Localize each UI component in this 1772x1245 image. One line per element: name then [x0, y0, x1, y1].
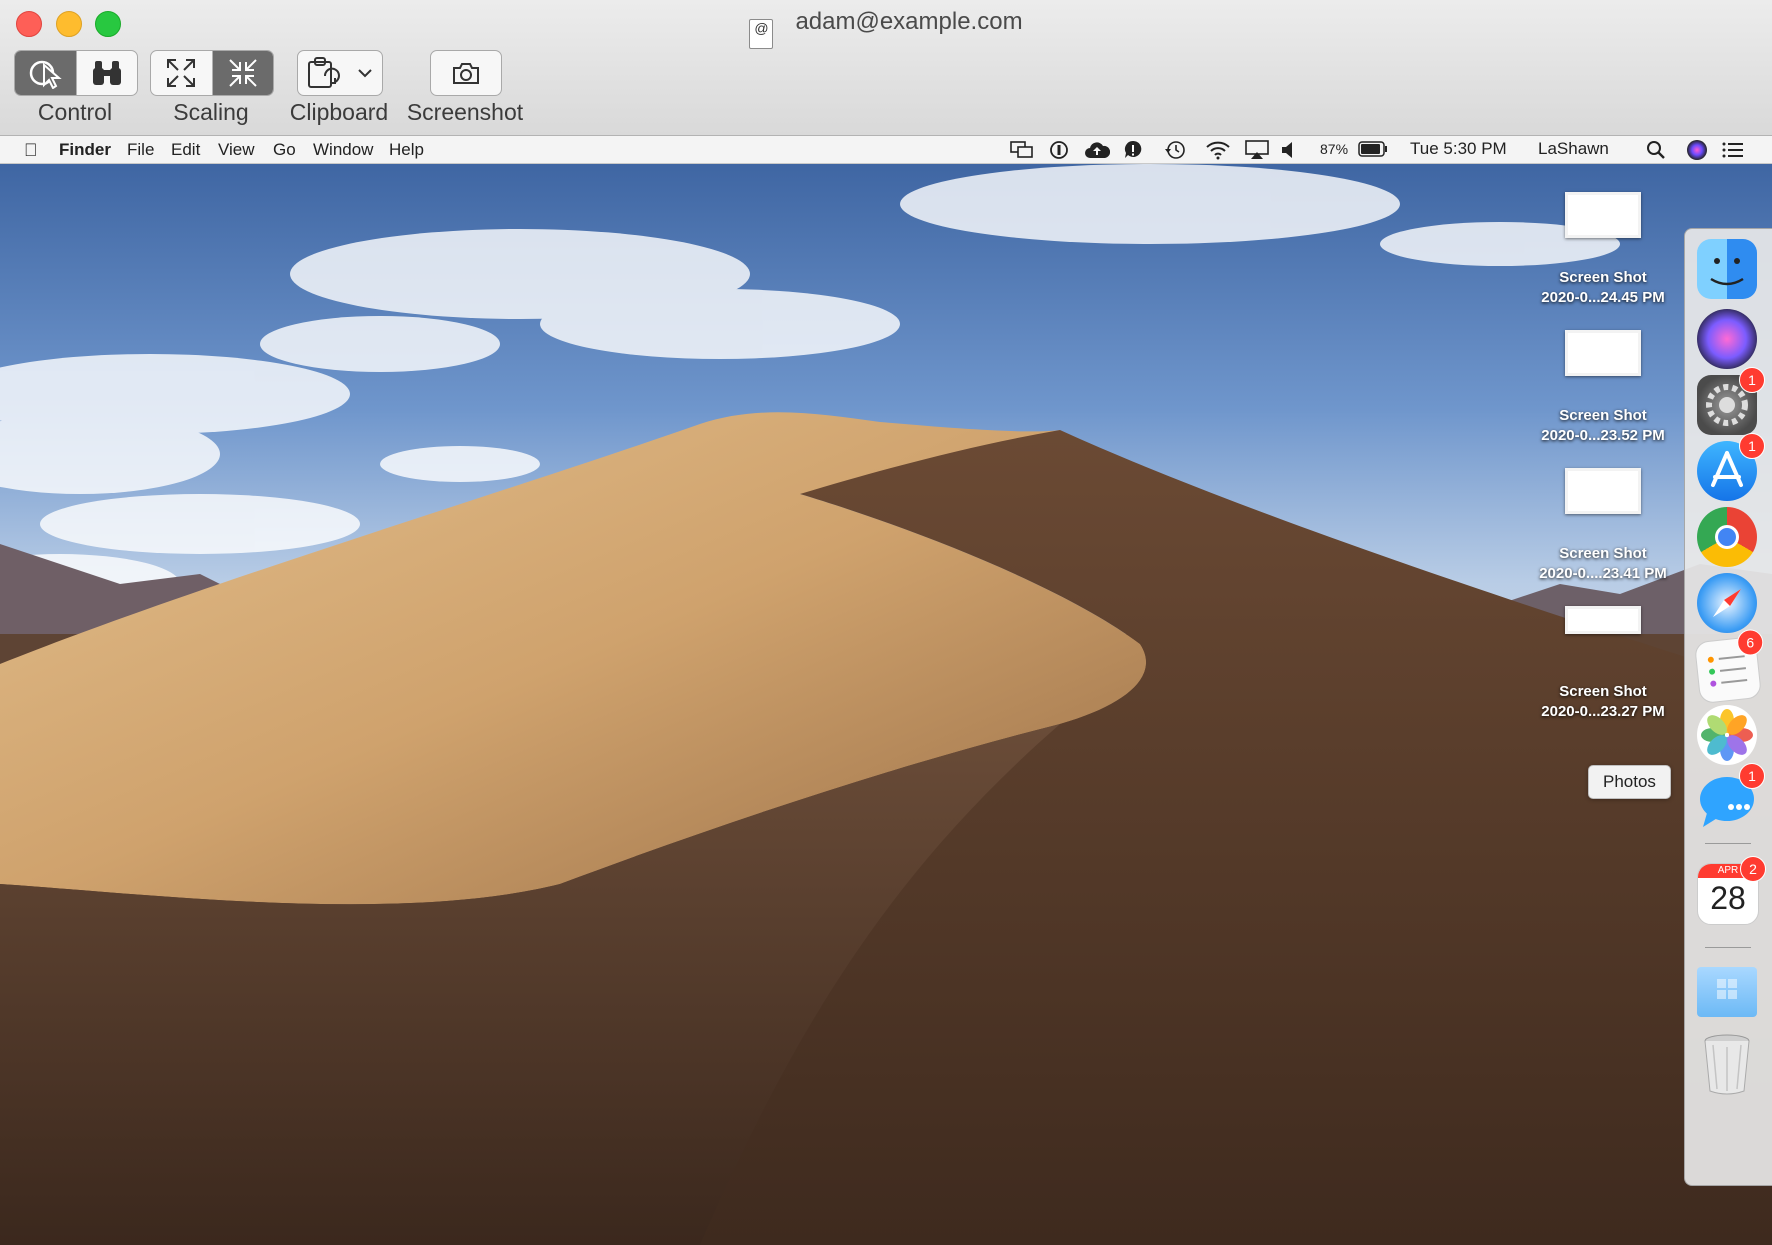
- menu-go[interactable]: Go: [273, 140, 296, 160]
- photos-icon[interactable]: [1697, 705, 1757, 765]
- messages-icon[interactable]: 1: [1697, 763, 1765, 831]
- notification-badge: 1: [1739, 763, 1765, 789]
- notification-badge: 1: [1739, 367, 1765, 393]
- file-thumbnail: [1565, 606, 1641, 634]
- file-thumbnail: [1565, 330, 1641, 376]
- notification-icon[interactable]: [1123, 140, 1143, 160]
- desktop-file-2[interactable]: Screen Shot 2020-0...23.52 PM: [1518, 330, 1688, 446]
- downloads-folder-icon[interactable]: [1697, 967, 1757, 1017]
- menu-file[interactable]: File: [127, 140, 154, 160]
- notification-badge: 2: [1740, 856, 1766, 882]
- airplay-icon[interactable]: [1245, 140, 1269, 160]
- expand-icon: [167, 59, 196, 87]
- spotlight-search-icon[interactable]: [1646, 140, 1666, 160]
- screen-mirroring-icon[interactable]: [1010, 141, 1034, 159]
- menubar-clock[interactable]: Tue 5:30 PM: [1410, 139, 1507, 159]
- menu-finder[interactable]: Finder: [59, 140, 111, 160]
- trash-can-icon: [1704, 1034, 1750, 1095]
- desktop-file-4[interactable]: Screen Shot 2020-0...23.27 PM: [1518, 606, 1688, 722]
- chevron-down-icon: [358, 69, 372, 78]
- scale-expand-button[interactable]: [151, 51, 213, 95]
- safari-icon[interactable]: [1697, 573, 1757, 633]
- dock-tooltip: Photos: [1588, 765, 1671, 799]
- system-preferences-icon[interactable]: 1: [1697, 367, 1765, 435]
- folder-windows-icon: [1717, 979, 1737, 999]
- scale-shrink-button[interactable]: [212, 51, 273, 95]
- menu-help[interactable]: Help: [389, 140, 424, 160]
- shrink-icon: [229, 59, 257, 87]
- cloud-upload-icon[interactable]: [1084, 141, 1110, 159]
- vnc-viewer-window: @ adam@example.com Control Scaling Clipb…: [0, 0, 1772, 1245]
- control-group: [14, 50, 138, 96]
- siri-icon[interactable]: [1686, 139, 1708, 161]
- remote-menubar:  Finder File Edit View Go Window Help 8…: [0, 136, 1772, 164]
- scaling-group: [150, 50, 274, 96]
- clipboard-button[interactable]: [297, 50, 383, 96]
- desktop-file-1[interactable]: Screen Shot 2020-0...24.45 PM: [1518, 192, 1688, 308]
- compass-icon: [1713, 589, 1741, 617]
- control-pointer-button[interactable]: [15, 51, 77, 95]
- remote-desktop[interactable]: Screen Shot 2020-0...24.45 PM Screen Shot…: [0, 164, 1772, 1245]
- chrome-icon[interactable]: [1697, 507, 1757, 567]
- vnc-document-icon: @: [749, 19, 774, 49]
- file-name: Screen Shot 2020-0....23.41 PM: [1539, 545, 1667, 582]
- notification-center-icon[interactable]: [1722, 141, 1744, 159]
- file-thumbnail: [1565, 192, 1641, 238]
- file-name: Screen Shot 2020-0...23.27 PM: [1541, 683, 1665, 720]
- file-name: Screen Shot 2020-0...24.45 PM: [1541, 269, 1665, 306]
- observe-button[interactable]: [77, 51, 138, 95]
- menu-view[interactable]: View: [218, 140, 255, 160]
- chrome-center-icon: [1715, 525, 1739, 549]
- file-name: Screen Shot 2020-0...23.52 PM: [1541, 407, 1665, 444]
- trash-icon[interactable]: [1697, 1031, 1757, 1095]
- battery-percentage: 87%: [1320, 141, 1349, 157]
- apple-menu-icon[interactable]: : [24, 140, 38, 161]
- screenshot-label: Screenshot: [406, 99, 524, 125]
- battery-icon[interactable]: [1358, 141, 1388, 157]
- reminders-icon[interactable]: 6: [1693, 629, 1764, 705]
- window-title: @ adam@example.com: [0, 8, 1772, 49]
- desert-wallpaper: [0, 164, 1772, 1245]
- finder-face-icon: [1710, 258, 1744, 286]
- user-account-name[interactable]: LaShawn: [1538, 139, 1609, 159]
- scaling-label: Scaling: [173, 99, 249, 125]
- notification-badge: 6: [1737, 629, 1764, 656]
- photos-flower-icon: [1701, 709, 1753, 761]
- calendar-day: 28: [1710, 880, 1746, 916]
- file-thumbnail: [1565, 468, 1641, 514]
- finder-icon[interactable]: [1697, 239, 1757, 299]
- title-bar: @ adam@example.com Control Scaling Clipb…: [0, 0, 1772, 136]
- desktop-file-3[interactable]: Screen Shot 2020-0....23.41 PM: [1518, 468, 1688, 584]
- menu-window[interactable]: Window: [313, 140, 373, 160]
- control-label: Control: [37, 99, 113, 125]
- dock-separator: [1705, 947, 1751, 948]
- clipboard-menu-toggle[interactable]: [348, 51, 382, 95]
- dock-separator: [1705, 843, 1751, 844]
- window-title-text: adam@example.com: [795, 8, 1023, 35]
- calendar-icon[interactable]: APR 28 2: [1697, 856, 1766, 925]
- clipboard-main[interactable]: [298, 51, 348, 95]
- clipboard-label: Clipboard: [289, 99, 389, 125]
- volume-icon[interactable]: [1281, 141, 1297, 159]
- dock: 1 1 6 1 APR 28 2: [1684, 228, 1772, 1186]
- clipboard-icon: [308, 57, 340, 88]
- siri-app-icon[interactable]: [1697, 309, 1757, 369]
- menu-edit[interactable]: Edit: [171, 140, 200, 160]
- binoculars-icon: [92, 61, 121, 85]
- password-manager-icon[interactable]: [1049, 140, 1069, 160]
- time-machine-icon[interactable]: [1164, 140, 1186, 160]
- camera-icon: [453, 63, 479, 84]
- notification-badge: 1: [1739, 433, 1765, 459]
- wifi-icon[interactable]: [1205, 140, 1231, 160]
- screenshot-main[interactable]: [431, 51, 501, 95]
- pointer-icon: [30, 60, 62, 89]
- app-store-icon[interactable]: 1: [1697, 433, 1765, 501]
- screenshot-button[interactable]: [430, 50, 502, 96]
